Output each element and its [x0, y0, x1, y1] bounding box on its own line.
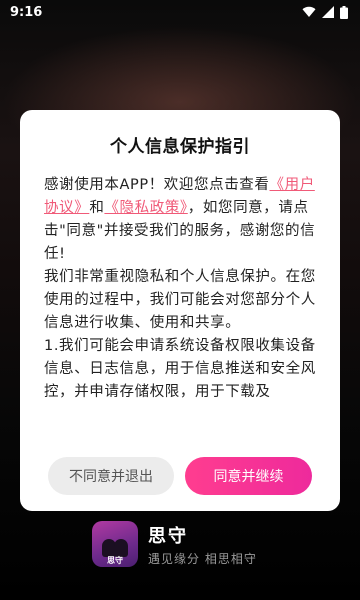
app-logo-icon: 思守: [92, 521, 138, 567]
intro-text-before: 感谢使用本APP！欢迎您点击查看: [44, 177, 270, 193]
status-time: 9:16: [10, 4, 43, 20]
app-name: 思守: [148, 525, 188, 547]
signal-icon: [322, 6, 334, 18]
permissions-paragraph: 1.我们可能会申请系统设备权限收集设备信息、日志信息，用于信息推送和安全风控，并…: [44, 338, 316, 400]
battery-icon: [340, 5, 348, 19]
app-slogan: 遇见缘分 相思相守: [148, 551, 257, 566]
status-icons: [302, 5, 348, 19]
agree-continue-button[interactable]: 同意并继续: [185, 457, 312, 495]
brand-text: 思守 遇见缘分 相思相守: [148, 522, 257, 567]
dialog-body[interactable]: 感谢使用本APP！欢迎您点击查看《用户协议》和《隐私政策》，如您同意，请点击"同…: [44, 174, 318, 436]
dialog-title: 个人信息保护指引: [110, 137, 250, 157]
app-brand: 思守 思守 遇见缘分 相思相守: [92, 521, 257, 567]
privacy-paragraph: 我们非常重视隐私和个人信息保护。在您使用的过程中，我们可能会对您部分个人信息进行…: [44, 269, 316, 331]
and-text: 和: [89, 200, 105, 216]
wifi-icon: [302, 6, 316, 18]
status-bar: 9:16: [0, 0, 360, 24]
decline-exit-button[interactable]: 不同意并退出: [48, 457, 174, 495]
logo-caption: 思守: [107, 556, 123, 565]
privacy-policy-link[interactable]: 《隐私政策》: [104, 200, 187, 216]
privacy-dialog: 个人信息保护指引 感谢使用本APP！欢迎您点击查看《用户协议》和《隐私政策》，如…: [20, 110, 340, 511]
intro-paragraph: 感谢使用本APP！欢迎您点击查看《用户协议》和《隐私政策》，如您同意，请点击"同…: [44, 174, 318, 266]
